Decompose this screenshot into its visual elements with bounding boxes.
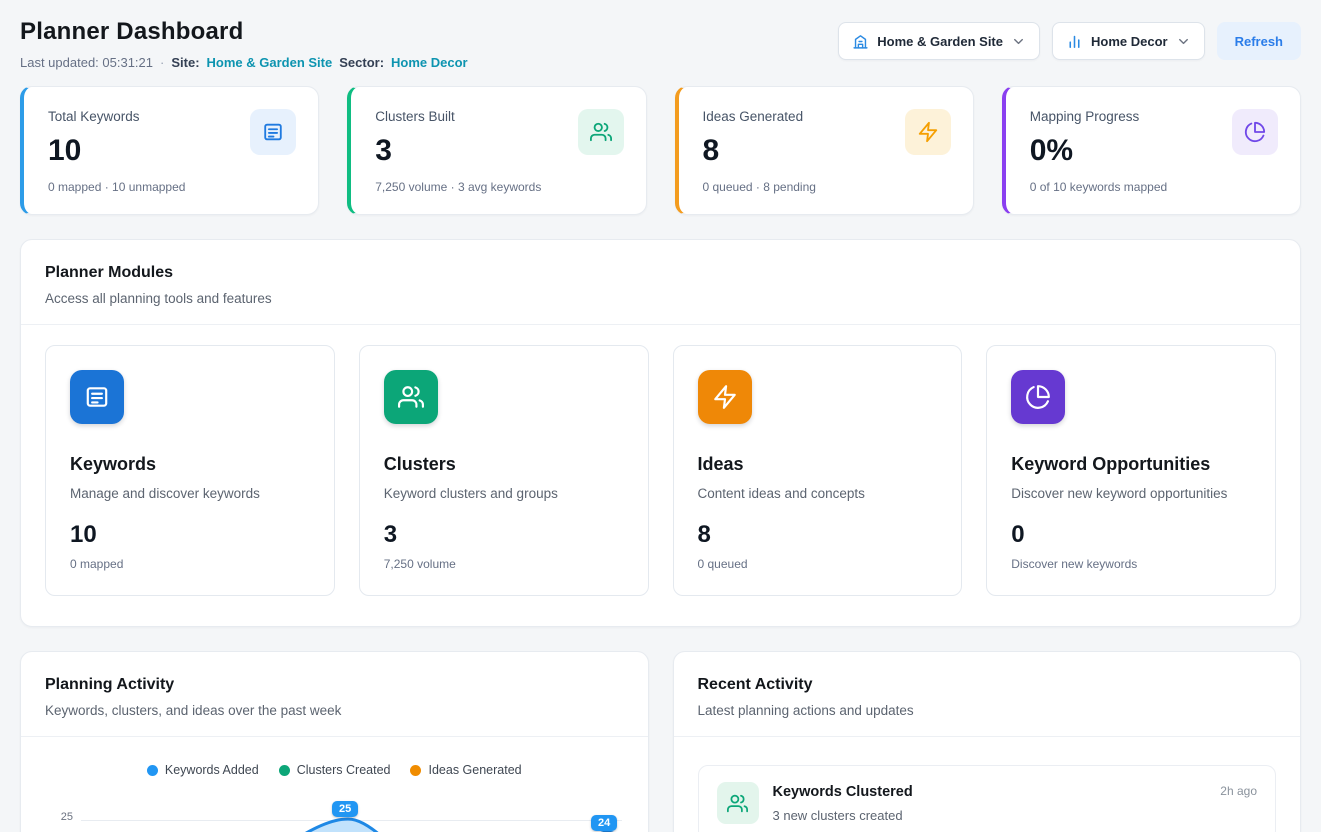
stat-caption: 0 queued · 8 pending (703, 180, 949, 194)
module-value: 10 (70, 521, 310, 549)
site-selector-label: Home & Garden Site (877, 34, 1003, 49)
legend-label: Clusters Created (297, 763, 391, 777)
recent-activity-title: Recent Activity (698, 676, 1277, 694)
building-icon (852, 33, 869, 50)
page-meta: Last updated: 05:31:21 · Site: Home & Ga… (20, 55, 468, 70)
chart-legend: Keywords Added Clusters Created Ideas Ge… (45, 763, 624, 777)
module-title: Clusters (384, 454, 624, 475)
planning-activity-subtitle: Keywords, clusters, and ideas over the p… (45, 703, 624, 718)
stat-caption: 0 mapped · 10 unmapped (48, 180, 294, 194)
legend-dot-orange (410, 765, 421, 776)
module-title: Ideas (698, 454, 938, 475)
lightning-icon (698, 370, 752, 424)
divider (21, 736, 648, 737)
legend-dot-blue (147, 765, 158, 776)
y-axis-tick: 25 (53, 811, 73, 823)
bar-chart-icon (1066, 33, 1083, 50)
last-updated-text: Last updated: 05:31:21 (20, 55, 153, 70)
module-value: 0 (1011, 521, 1251, 549)
stat-card-clusters-built: Clusters Built 3 7,250 volume · 3 avg ke… (347, 86, 646, 215)
planner-dashboard-page: Planner Dashboard Last updated: 05:31:21… (0, 0, 1321, 832)
stat-card-ideas-generated: Ideas Generated 8 0 queued · 8 pending (675, 86, 974, 215)
module-description: Discover new keyword opportunities (1011, 486, 1251, 501)
document-icon (70, 370, 124, 424)
site-selector-dropdown[interactable]: Home & Garden Site (838, 22, 1040, 60)
module-keyword-opportunities[interactable]: Keyword Opportunities Discover new keywo… (986, 345, 1276, 596)
legend-label: Ideas Generated (428, 763, 521, 777)
legend-dot-green (279, 765, 290, 776)
sector-selector-dropdown[interactable]: Home Decor (1052, 22, 1205, 60)
module-value: 8 (698, 521, 938, 549)
modules-grid: Keywords Manage and discover keywords 10… (45, 345, 1276, 596)
module-description: Keyword clusters and groups (384, 486, 624, 501)
lightning-icon (905, 109, 951, 155)
document-icon (250, 109, 296, 155)
meta-separator: · (160, 55, 164, 70)
users-icon (717, 782, 759, 824)
module-title: Keyword Opportunities (1011, 454, 1251, 475)
planner-modules-section: Planner Modules Access all planning tool… (20, 239, 1301, 627)
activity-text: Keywords Clustered 3 new clusters create… (773, 782, 913, 823)
module-clusters[interactable]: Clusters Keyword clusters and groups 3 7… (359, 345, 649, 596)
recent-activity-panel: Recent Activity Latest planning actions … (673, 651, 1302, 832)
module-value: 3 (384, 521, 624, 549)
divider (21, 324, 1300, 325)
legend-item-ideas-generated: Ideas Generated (410, 763, 521, 777)
planning-activity-panel: Planning Activity Keywords, clusters, an… (20, 651, 649, 832)
page-title: Planner Dashboard (20, 18, 468, 46)
modules-title: Planner Modules (45, 264, 1276, 282)
divider (674, 736, 1301, 737)
chevron-down-icon (1176, 34, 1191, 49)
header-controls: Home & Garden Site Home Decor Refresh (838, 22, 1301, 60)
site-label: Site: (171, 55, 199, 70)
bottom-panels: Planning Activity Keywords, clusters, an… (20, 651, 1301, 832)
module-ideas[interactable]: Ideas Content ideas and concepts 8 0 que… (673, 345, 963, 596)
legend-item-keywords-added: Keywords Added (147, 763, 259, 777)
planning-activity-title: Planning Activity (45, 676, 624, 694)
site-link[interactable]: Home & Garden Site (207, 55, 333, 70)
stat-caption: 0 of 10 keywords mapped (1030, 180, 1276, 194)
header-left: Planner Dashboard Last updated: 05:31:21… (20, 18, 468, 70)
users-icon (578, 109, 624, 155)
activity-list-item[interactable]: Keywords Clustered 3 new clusters create… (698, 765, 1277, 832)
module-caption: 0 queued (698, 557, 938, 571)
activity-title: Keywords Clustered (773, 784, 913, 800)
sector-selector-label: Home Decor (1091, 34, 1168, 49)
pie-chart-icon (1232, 109, 1278, 155)
stat-card-total-keywords: Total Keywords 10 0 mapped · 10 unmapped (20, 86, 319, 215)
point-label: 24 (591, 815, 617, 831)
module-caption: 7,250 volume (384, 557, 624, 571)
legend-item-clusters-created: Clusters Created (279, 763, 391, 777)
legend-label: Keywords Added (165, 763, 259, 777)
activity-description: 3 new clusters created (773, 808, 913, 823)
stat-caption: 7,250 volume · 3 avg keywords (375, 180, 621, 194)
planning-activity-chart: 25 25 24 (45, 793, 624, 832)
module-keywords[interactable]: Keywords Manage and discover keywords 10… (45, 345, 335, 596)
recent-activity-subtitle: Latest planning actions and updates (698, 703, 1277, 718)
module-caption: 0 mapped (70, 557, 310, 571)
activity-timestamp: 2h ago (1220, 784, 1257, 798)
modules-subtitle: Access all planning tools and features (45, 291, 1276, 306)
module-title: Keywords (70, 454, 310, 475)
page-header: Planner Dashboard Last updated: 05:31:21… (20, 18, 1301, 70)
module-caption: Discover new keywords (1011, 557, 1251, 571)
stat-card-mapping-progress: Mapping Progress 0% 0 of 10 keywords map… (1002, 86, 1301, 215)
module-description: Manage and discover keywords (70, 486, 310, 501)
stats-row: Total Keywords 10 0 mapped · 10 unmapped… (20, 86, 1301, 215)
module-description: Content ideas and concepts (698, 486, 938, 501)
point-label: 25 (332, 801, 358, 817)
pie-chart-icon (1011, 370, 1065, 424)
chevron-down-icon (1011, 34, 1026, 49)
sector-link[interactable]: Home Decor (391, 55, 468, 70)
users-icon (384, 370, 438, 424)
refresh-button[interactable]: Refresh (1217, 22, 1301, 60)
sector-label: Sector: (339, 55, 384, 70)
